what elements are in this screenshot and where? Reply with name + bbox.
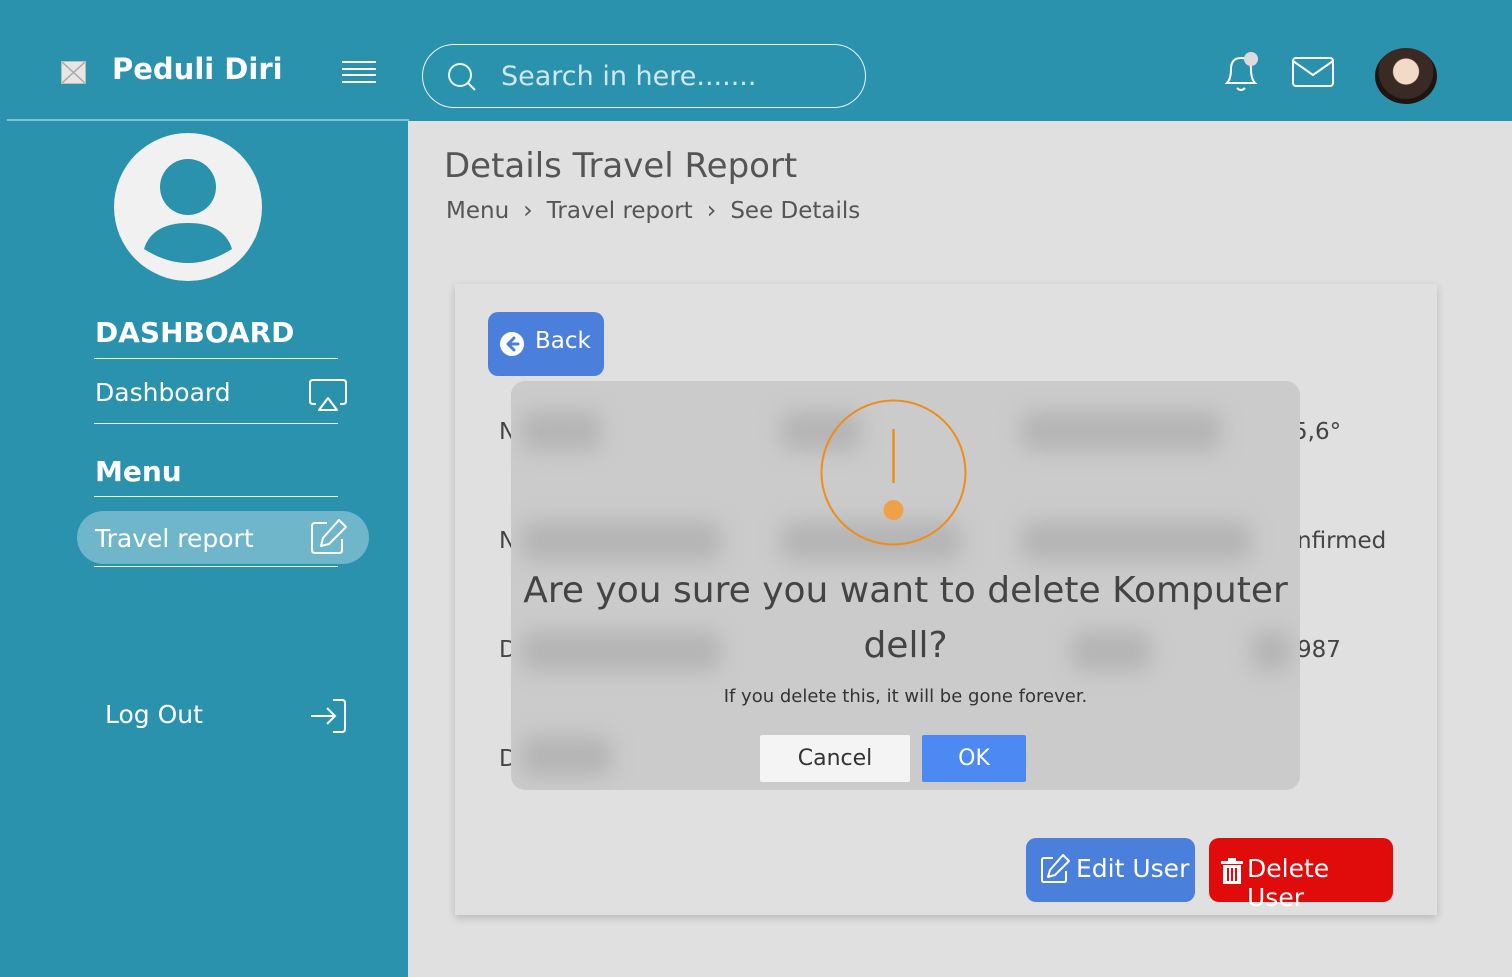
cancel-button[interactable]: Cancel — [760, 735, 910, 782]
blurred-content — [521, 411, 601, 451]
breadcrumb: Menu › Travel report › See Details — [446, 196, 860, 224]
arrow-left-circle-icon — [500, 332, 524, 356]
logout-icon[interactable] — [309, 698, 347, 738]
search-bar — [422, 44, 866, 108]
dialog-title: Are you sure you want to delete Komputer… — [523, 570, 1288, 666]
chevron-right-icon: › — [706, 196, 717, 224]
blurred-content — [521, 736, 611, 776]
warning-icon — [820, 399, 967, 546]
broken-image-icon — [61, 61, 86, 84]
chevron-right-icon: › — [523, 196, 533, 224]
search-input[interactable] — [501, 55, 841, 97]
sidebar-item-label[interactable]: Travel report — [95, 524, 254, 553]
user-avatar[interactable] — [1375, 48, 1437, 104]
delete-user-button[interactable]: Delete User — [1209, 838, 1393, 912]
edit-user-label: Edit User — [1076, 854, 1190, 883]
edit-user-button[interactable]: Edit User — [1026, 838, 1195, 902]
trash-icon — [1221, 858, 1243, 884]
edit-icon — [1041, 854, 1070, 883]
brand-name[interactable]: Peduli Diri — [112, 52, 283, 86]
sidebar-item-dashboard[interactable]: Dashboard — [95, 378, 231, 407]
detail-value: 5,6° — [1293, 419, 1342, 445]
blurred-content — [1021, 521, 1251, 561]
top-bar: Peduli Diri — [0, 0, 1512, 121]
bell-icon[interactable] — [1222, 51, 1262, 93]
delete-confirm-dialog: Are you sure you want to delete Komputer… — [511, 381, 1300, 790]
divider — [94, 566, 338, 567]
section-menu: Menu — [95, 455, 182, 488]
ok-button[interactable]: OK — [922, 735, 1026, 782]
edit-icon[interactable] — [309, 517, 349, 561]
breadcrumb-item-menu[interactable]: Menu — [446, 198, 509, 224]
detail-value: nfirmed — [1297, 528, 1387, 554]
menu-icon[interactable] — [341, 60, 377, 84]
divider — [94, 423, 338, 424]
airplay-icon[interactable] — [308, 378, 348, 418]
mail-icon[interactable] — [1290, 55, 1336, 89]
back-button[interactable]: Back — [488, 312, 604, 376]
sidebar-item-logout[interactable]: Log Out — [105, 700, 203, 729]
divider — [94, 496, 338, 497]
sidebar: DASHBOARD Dashboard Menu Travel report L… — [0, 121, 408, 977]
breadcrumb-item-see-details: See Details — [730, 198, 861, 224]
blurred-content — [521, 521, 721, 561]
page-title: Details Travel Report — [444, 146, 798, 186]
profile-picture — [114, 133, 262, 281]
back-button-label: Back — [535, 328, 591, 354]
search-icon[interactable] — [447, 61, 479, 97]
blurred-content — [1021, 411, 1221, 451]
dialog-message: If you delete this, it will be gone fore… — [723, 686, 1088, 707]
section-dashboard: DASHBOARD — [95, 316, 295, 349]
divider — [94, 358, 338, 359]
delete-user-label: Delete User — [1247, 854, 1330, 912]
breadcrumb-item-travel-report[interactable]: Travel report — [547, 198, 693, 224]
detail-value: 987 — [1297, 637, 1341, 663]
